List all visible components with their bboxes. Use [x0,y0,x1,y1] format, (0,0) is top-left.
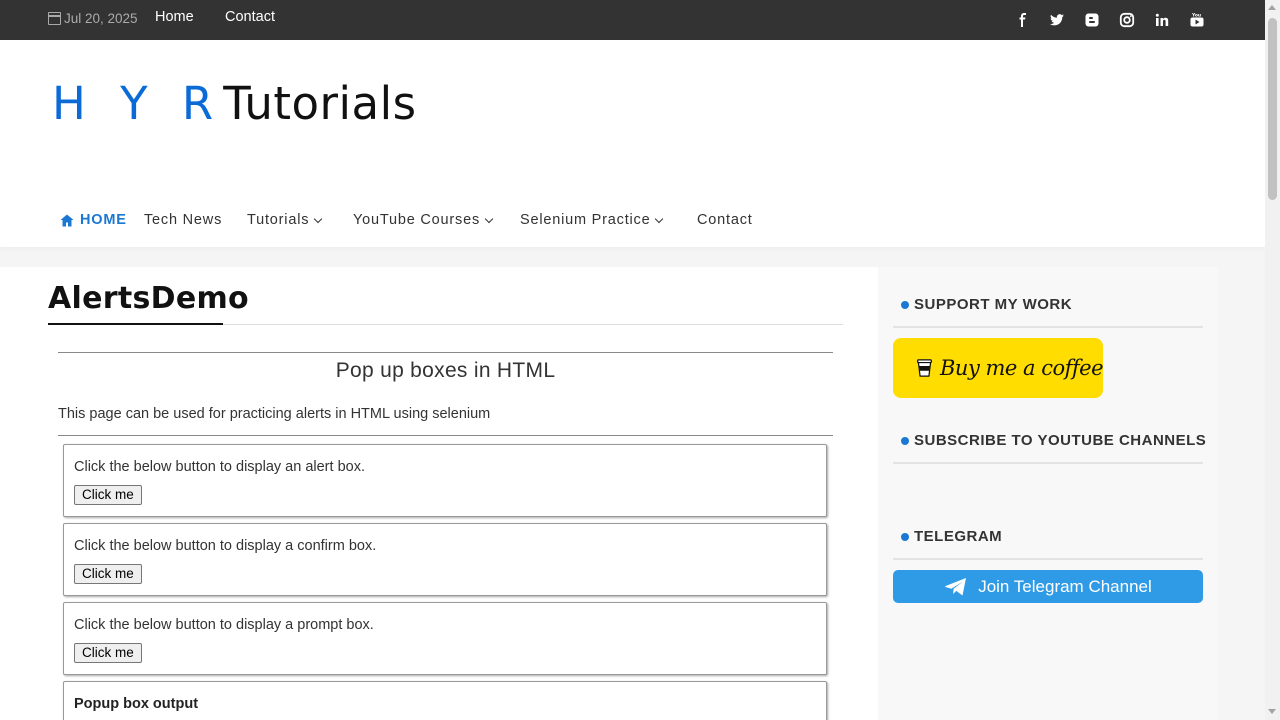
prompt-box-section: Click the below button to display a prom… [63,602,827,675]
nav-label-tech-news: Tech News [144,212,223,228]
widget-title-subscribe-text: SUBSCRIBE TO YOUTUBE CHANNELS [914,432,1207,449]
scrollbar-thumb[interactable] [1268,18,1277,200]
page-title: AlertsDemo [48,281,249,316]
telegram-icon [945,577,967,595]
widget-title-telegram-text: TELEGRAM [914,528,1003,545]
nav-label-tutorials: Tutorials [247,212,310,228]
top-link-contact[interactable]: Contact [225,9,275,25]
nav-item-youtube-courses[interactable]: YouTube Courses [353,212,494,228]
logo-tutorials: Tutorials [223,77,417,130]
title-underline [48,323,223,325]
join-telegram-button[interactable]: Join Telegram Channel [893,570,1203,603]
prompt-box-button[interactable]: Click me [74,643,142,663]
sidebar: SUPPORT MY WORK Buy me a coffee SUBSCRIB… [878,267,1218,720]
nav-label-contact: Contact [697,212,753,228]
chevron-down-icon [484,214,494,223]
confirm-box-description: Click the below button to display a conf… [74,538,377,554]
main-content: AlertsDemo Pop up boxes in HTML This pag… [0,267,878,720]
site-header: H Y RTutorials HOME Tech News Tutorials … [0,40,1265,247]
logo-hyr: H Y R [52,77,224,130]
bullet-dot-icon [901,300,909,309]
scroll-down-arrow-icon[interactable] [1268,709,1276,714]
nav-label-selenium-practice: Selenium Practice [520,212,651,228]
main-nav: HOME Tech News Tutorials YouTube Courses… [0,212,1265,236]
coffee-label: Buy me a coffee [939,356,1104,380]
confirm-box-button[interactable]: Click me [74,564,142,584]
nav-label-youtube-courses: YouTube Courses [353,212,481,228]
header-date: Jul 20, 2025 [48,11,138,26]
scroll-up-arrow-icon[interactable] [1268,5,1276,10]
alert-box-description: Click the below button to display an ale… [74,459,365,475]
coffee-cup-icon [917,359,932,377]
date-text: Jul 20, 2025 [64,11,138,26]
prompt-box-description: Click the below button to display a prom… [74,617,374,633]
widget-title-support-text: SUPPORT MY WORK [914,296,1073,313]
chevron-down-icon [314,214,323,223]
nav-item-home[interactable]: HOME [60,212,127,228]
bullet-dot-icon [901,436,909,445]
nav-label-home: HOME [80,212,127,228]
alert-box-section: Click the below button to display an ale… [63,444,827,517]
divider-top [58,352,833,353]
divider-bottom [58,435,833,436]
svg-text:You: You [1191,13,1201,19]
nav-item-tutorials[interactable]: Tutorials [247,212,323,228]
chevron-down-icon [655,214,664,223]
alert-box-button[interactable]: Click me [74,485,142,505]
bullet-dot-icon [901,532,909,541]
popup-output-section: Popup box output [63,681,827,720]
widget-title-telegram: TELEGRAM [901,528,1002,545]
top-bar: Jul 20, 2025 Home Contact You [0,0,1265,40]
confirm-box-section: Click the below button to display a conf… [63,523,827,596]
widget-title-subscribe: SUBSCRIBE TO YOUTUBE CHANNELS [901,432,1206,449]
widget-divider [893,558,1203,560]
buy-me-a-coffee-button[interactable]: Buy me a coffee [893,338,1104,398]
twitter-icon[interactable] [1049,12,1065,28]
blogger-icon[interactable] [1084,12,1100,28]
linkedin-icon[interactable] [1154,12,1170,28]
nav-item-selenium-practice[interactable]: Selenium Practice [520,212,664,228]
instagram-icon[interactable] [1119,12,1135,28]
widget-divider [893,462,1203,464]
popup-output-label: Popup box output [74,696,199,712]
intro-text: This page can be used for practicing ale… [58,406,491,422]
widget-divider [893,326,1203,328]
nav-item-tech-news[interactable]: Tech News [144,212,222,228]
home-icon [60,214,74,226]
site-logo[interactable]: H Y RTutorials [52,76,417,132]
telegram-button-label: Join Telegram Channel [978,576,1152,596]
calendar-icon [48,12,61,25]
widget-title-support: SUPPORT MY WORK [901,296,1072,313]
section-heading: Pop up boxes in HTML [335,359,556,382]
youtube-icon[interactable]: You [1189,12,1205,28]
nav-item-contact[interactable]: Contact [697,212,753,228]
top-link-home[interactable]: Home [155,9,194,25]
facebook-icon[interactable] [1015,12,1031,28]
